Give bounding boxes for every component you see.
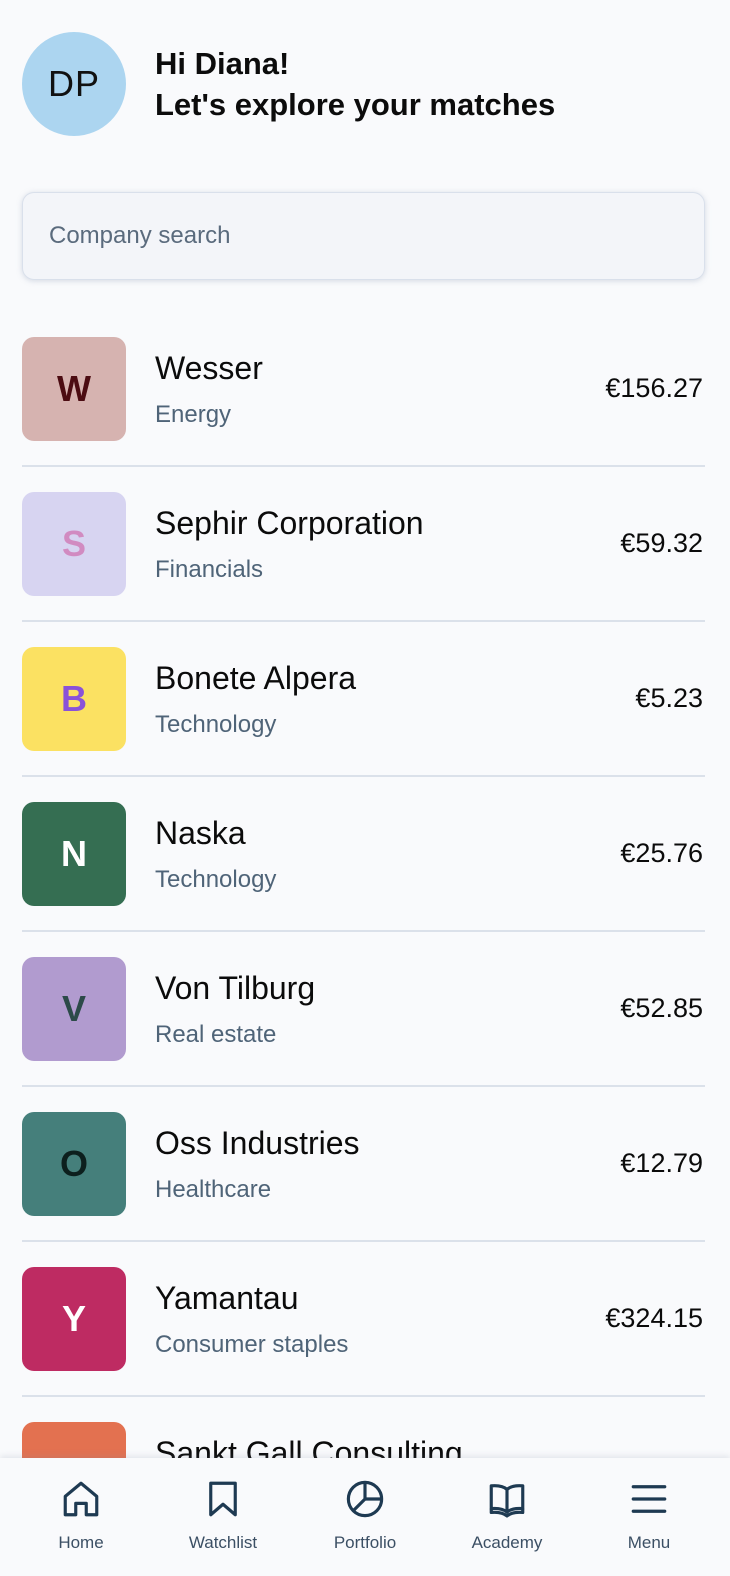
company-sector: Consumer staples — [155, 1331, 349, 1358]
company-price: €12.79 — [620, 1148, 703, 1178]
bottom-nav: Home Watchlist Portfolio Academy Menu — [0, 1458, 730, 1576]
company-sector: Technology — [155, 711, 277, 738]
company-row[interactable]: W Wesser Energy €156.27 — [22, 312, 705, 467]
company-sector: Technology — [155, 866, 277, 893]
header: DP Hi Diana! Let's explore your matches — [22, 32, 555, 136]
nav-home[interactable]: Home — [21, 1478, 141, 1553]
company-price: €5.23 — [635, 683, 703, 713]
company-sector: Financials — [155, 556, 264, 583]
nav-label: Home — [58, 1533, 104, 1552]
greeting: Hi Diana! Let's explore your matches — [155, 43, 555, 125]
company-price: €59.32 — [620, 528, 703, 558]
nav-label: Watchlist — [188, 1533, 258, 1552]
company-sector: Real estate — [155, 1021, 277, 1048]
company-logo-tile: O — [22, 1112, 126, 1216]
company-logo-tile: S — [22, 492, 126, 596]
company-name: Sephir Corporation — [155, 505, 424, 541]
avatar[interactable]: DP — [22, 32, 126, 136]
nav-portfolio[interactable]: Portfolio — [305, 1478, 425, 1553]
company-logo-tile: N — [22, 802, 126, 906]
nav-menu[interactable]: Menu — [589, 1478, 709, 1553]
company-row[interactable]: O Oss Industries Healthcare €12.79 — [22, 1087, 705, 1242]
company-list: W Wesser Energy €156.27 S Sephir Corporation F… — [22, 312, 705, 1552]
company-logo-tile: Y — [22, 1267, 126, 1371]
company-price: €324.15 — [605, 1303, 703, 1333]
company-row[interactable]: S Sephir Corporation Financials €59.32 — [22, 467, 705, 622]
nav-watchlist[interactable]: Watchlist — [163, 1478, 283, 1553]
company-row[interactable]: N Naska Technology €25.76 — [22, 777, 705, 932]
company-sector: Energy — [155, 401, 232, 428]
search-box[interactable] — [22, 192, 705, 280]
company-price: €156.27 — [605, 373, 703, 403]
nav-label: Portfolio — [333, 1533, 397, 1552]
app-screen: DP Hi Diana! Let's explore your matches … — [0, 0, 730, 1576]
nav-label: Academy — [471, 1533, 543, 1552]
company-row[interactable]: Y Yamantau Consumer staples €324.15 — [22, 1242, 705, 1397]
company-price: €25.76 — [620, 838, 703, 868]
greeting-title: Hi Diana! — [155, 46, 290, 81]
greeting-subtitle: Let's explore your matches — [155, 87, 556, 122]
search-input[interactable] — [49, 222, 669, 250]
company-name: Wesser — [155, 350, 263, 386]
nav-label: Menu — [627, 1533, 671, 1552]
company-row[interactable]: B Bonete Alpera Technology €5.23 — [22, 622, 705, 777]
company-logo-tile: W — [22, 337, 126, 441]
company-name: Naska — [155, 815, 246, 851]
company-price: €52.85 — [620, 993, 703, 1023]
company-name: Oss Industries — [155, 1125, 360, 1161]
home-icon — [60, 1478, 102, 1525]
company-sector: Healthcare — [155, 1176, 272, 1203]
company-logo-tile: V — [22, 957, 126, 1061]
company-name: Von Tilburg — [155, 970, 316, 1006]
company-name: Bonete Alpera — [155, 660, 357, 696]
nav-academy[interactable]: Academy — [447, 1478, 567, 1553]
book-icon — [486, 1478, 528, 1525]
company-logo-tile: B — [22, 647, 126, 751]
pie-chart-icon — [344, 1478, 386, 1525]
company-name: Yamantau — [155, 1280, 299, 1316]
bookmark-icon — [202, 1478, 244, 1525]
company-row[interactable]: V Von Tilburg Real estate €52.85 — [22, 932, 705, 1087]
menu-icon — [628, 1478, 670, 1525]
